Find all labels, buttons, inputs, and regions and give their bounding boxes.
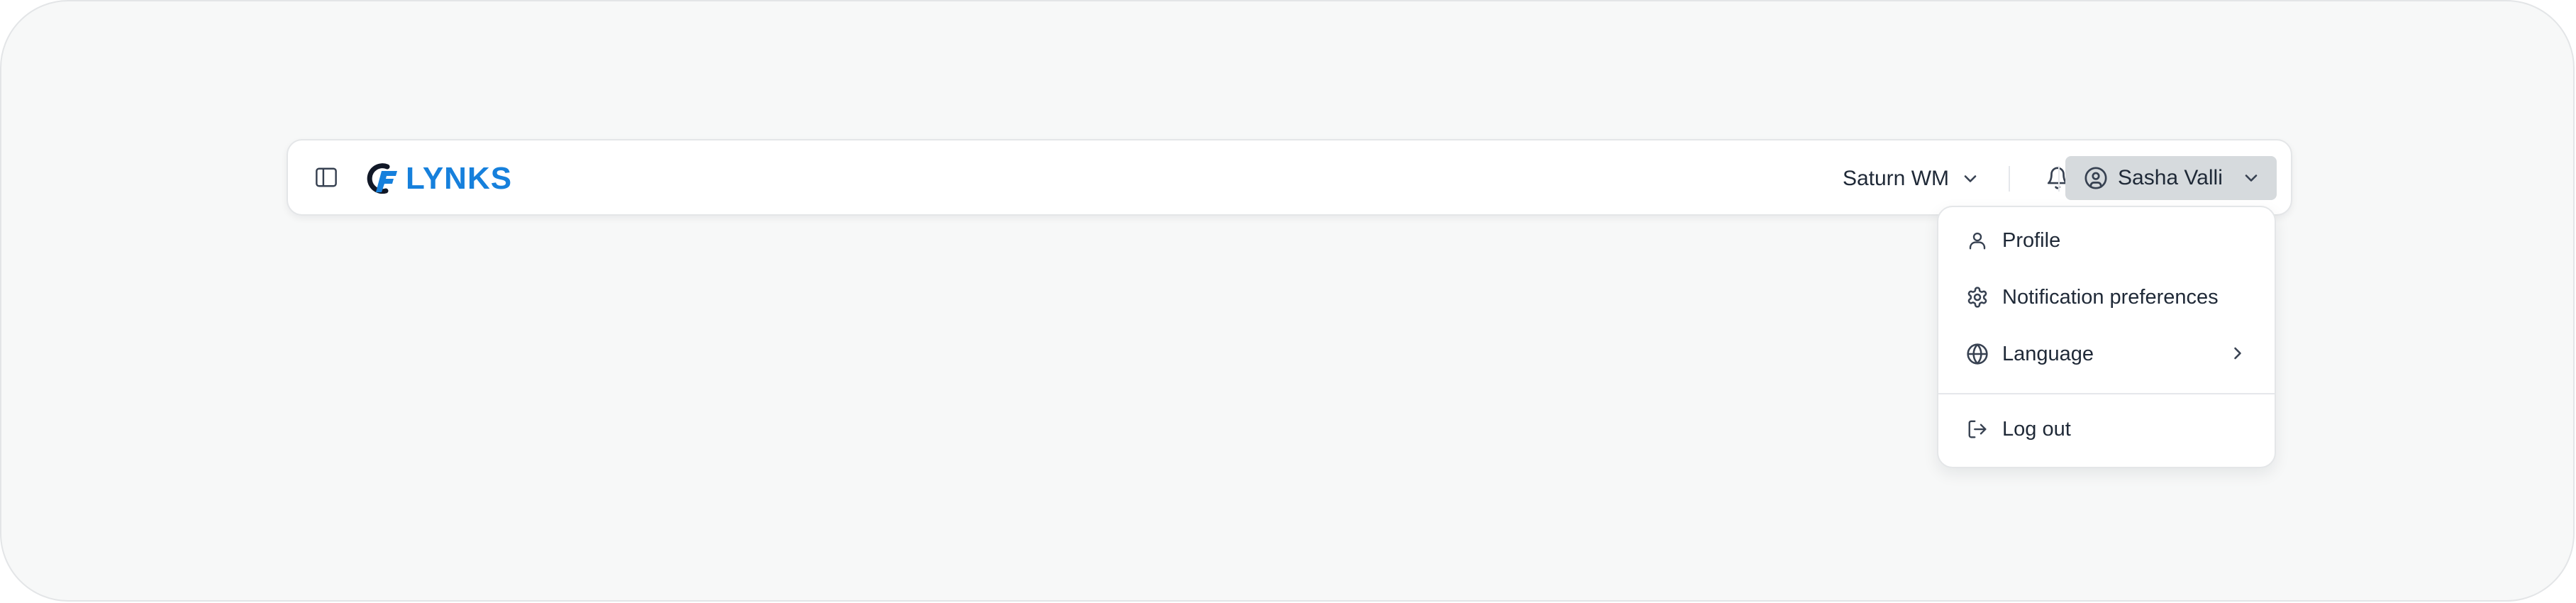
menu-item-label: Log out (2002, 417, 2071, 441)
user-dropdown-menu: Profile Notification preferences Languag… (1937, 206, 2276, 468)
logo-mark-icon (367, 163, 397, 194)
header-divider (2058, 166, 2060, 192)
user-icon (1965, 228, 1989, 253)
menu-divider (1938, 393, 2275, 394)
top-navigation-bar: LYNKS Saturn WM Sasha Valli (287, 139, 2292, 216)
sidebar-toggle-icon[interactable] (313, 165, 339, 190)
organization-name: Saturn WM (1842, 167, 1949, 190)
menu-item-label: Language (2002, 342, 2094, 365)
app-window: LYNKS Saturn WM Sasha Valli Profile Noti… (0, 0, 2575, 602)
app-logo[interactable]: LYNKS (365, 160, 512, 197)
menu-item-label: Notification preferences (2002, 285, 2219, 309)
user-name: Sasha Valli (2118, 166, 2223, 189)
user-menu-button[interactable]: Sasha Valli (2065, 156, 2277, 200)
logout-icon (1965, 417, 1989, 441)
chevron-down-icon (1960, 169, 1980, 189)
header-divider (2009, 166, 2010, 192)
menu-item-language[interactable]: Language (1947, 331, 2266, 377)
globe-icon (1965, 342, 1989, 366)
menu-item-log-out[interactable]: Log out (1947, 406, 2266, 453)
logo-text: LYNKS (406, 161, 513, 196)
user-circle-icon (2084, 166, 2108, 190)
chevron-down-icon (2241, 168, 2261, 188)
menu-item-notification-preferences[interactable]: Notification preferences (1947, 274, 2266, 321)
organization-switcher[interactable]: Saturn WM (1843, 157, 1980, 200)
menu-item-label: Profile (2002, 228, 2061, 252)
menu-item-profile[interactable]: Profile (1947, 217, 2266, 264)
chevron-right-icon (2228, 343, 2248, 363)
gear-icon (1965, 285, 1989, 309)
